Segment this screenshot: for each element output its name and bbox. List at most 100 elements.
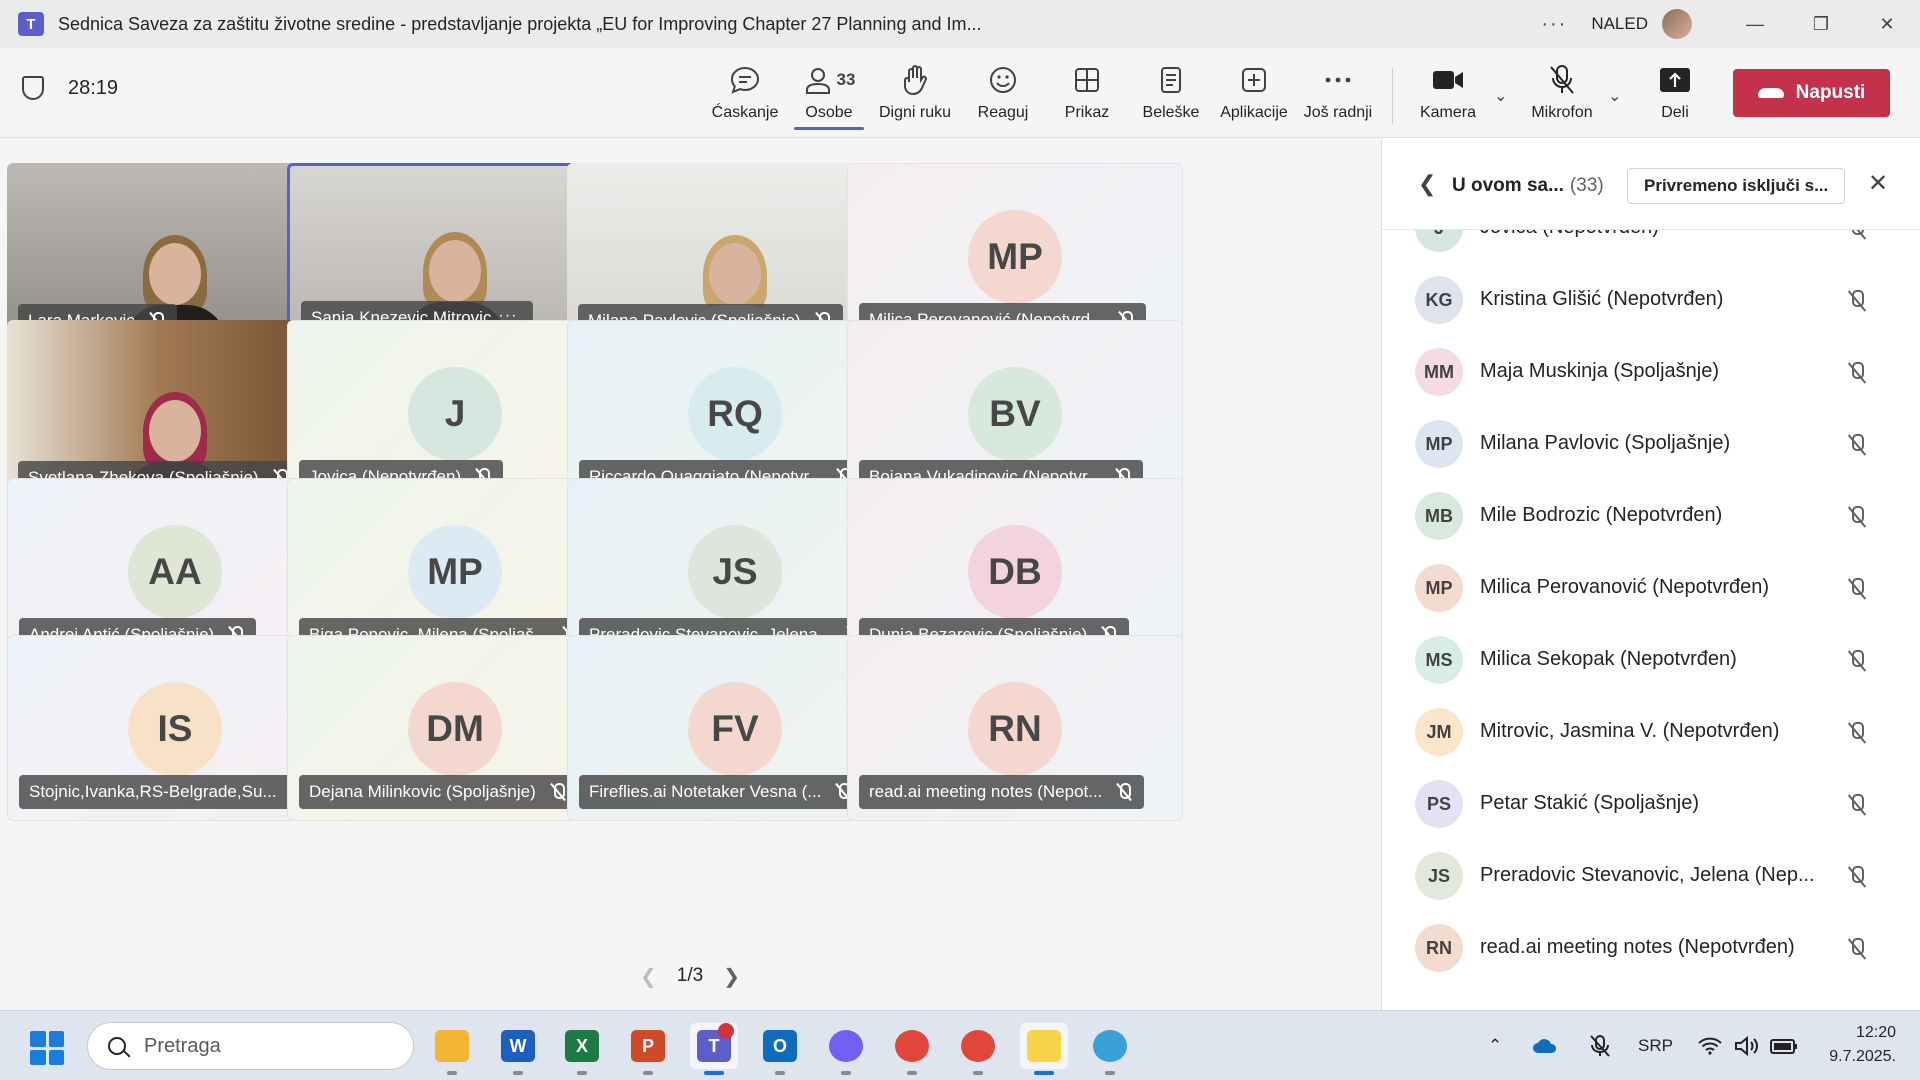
participant-name: Mile Bodrozic (Nepotvrđen)	[1480, 504, 1723, 526]
minimize-button[interactable]: —	[1722, 0, 1788, 48]
close-window-button[interactable]: ✕	[1854, 0, 1920, 48]
word-icon: W	[501, 1030, 535, 1062]
chat-label: Ćaskanje	[711, 104, 779, 121]
microphone-options-chevron-icon[interactable]: ⌄	[1608, 86, 1621, 106]
gallery-pager: ❮ 1/3 ❯	[640, 964, 740, 988]
participant-list-item[interactable]: JS Preradovic Stevanovic, Jelena (Nep...	[1382, 840, 1920, 912]
paint-icon	[1093, 1030, 1127, 1062]
hand-icon	[900, 62, 930, 98]
volume-icon[interactable]	[1734, 1011, 1760, 1080]
windows-start-icon[interactable]	[30, 1031, 64, 1065]
participant-name: Milica Sekopak (Nepotvrđen)	[1480, 648, 1737, 670]
mic-off-icon	[1548, 62, 1576, 98]
chrome-profile-taskbar-icon[interactable]	[888, 1023, 936, 1075]
participant-list-item[interactable]: MB Mile Bodrozic (Nepotvrđen)	[1382, 480, 1920, 552]
camera-options-chevron-icon[interactable]: ⌄	[1494, 86, 1507, 106]
mic-muted-icon[interactable]	[1848, 938, 1866, 960]
running-indicator	[704, 1071, 724, 1075]
participant-avatar: FV	[688, 682, 782, 776]
taskbar-search[interactable]: Pretraga	[87, 1022, 414, 1070]
mic-muted-icon[interactable]	[1848, 506, 1866, 528]
mic-muted-icon[interactable]	[1848, 362, 1866, 384]
teams-taskbar-icon[interactable]: T	[690, 1023, 738, 1075]
tray-mic-muted-icon[interactable]	[1578, 1011, 1622, 1080]
react-label: Reaguj	[977, 104, 1029, 121]
react-button[interactable]: Reaguj	[968, 62, 1038, 128]
leave-button[interactable]: Napusti	[1733, 69, 1890, 117]
camera-button[interactable]: Kamera	[1412, 62, 1484, 128]
participant-tile[interactable]: RN read.ai meeting notes (Nepot...	[847, 635, 1183, 821]
restore-button[interactable]: ❐	[1788, 0, 1854, 48]
participant-list-item[interactable]: JM Mitrovic, Jasmina V. (Nepotvrđen)	[1382, 696, 1920, 768]
powerpoint-taskbar-icon[interactable]: P	[624, 1023, 672, 1075]
more-actions-button[interactable]: Još radnji	[1302, 62, 1374, 128]
people-button[interactable]: 33 Osobe	[794, 62, 864, 130]
sticky-notes-taskbar-icon[interactable]	[1020, 1023, 1068, 1075]
show-hidden-icons-chevron-icon[interactable]: ⌃	[1488, 1011, 1502, 1080]
participant-list-item[interactable]: RN read.ai meeting notes (Nepotvrđen)	[1382, 912, 1920, 984]
org-name: NALED	[1591, 14, 1648, 33]
participant-name: Milana Pavlovic (Spoljašnje)	[1480, 432, 1731, 454]
participant-list-item[interactable]: PS Petar Stakić (Spoljašnje)	[1382, 768, 1920, 840]
participant-list-item[interactable]: MM Maja Muskinja (Spoljašnje)	[1382, 336, 1920, 408]
teams-logo-icon: T	[18, 12, 44, 36]
windows-taskbar: Pretraga WXPTO ⌃ SRP 12:20 9.7.2025.	[0, 1010, 1920, 1080]
mic-muted-icon[interactable]	[1848, 866, 1866, 888]
word-taskbar-icon[interactable]: W	[494, 1023, 542, 1075]
chat-button[interactable]: Ćaskanje	[710, 62, 780, 128]
share-button[interactable]: Deli	[1640, 62, 1710, 128]
outlook-taskbar-icon[interactable]: O	[756, 1023, 804, 1075]
wifi-icon[interactable]	[1698, 1011, 1722, 1080]
participant-list-item[interactable]: MP Milica Perovanović (Nepotvrđen)	[1382, 552, 1920, 624]
previous-page-chevron-icon[interactable]: ❮	[640, 964, 657, 989]
meeting-timer: 28:19	[68, 76, 119, 99]
paint-taskbar-icon[interactable]	[1086, 1023, 1134, 1075]
participant-name: Petar Stakić (Spoljašnje)	[1480, 792, 1699, 814]
battery-icon[interactable]	[1770, 1011, 1798, 1080]
mute-all-button[interactable]: Privremeno isključi s...	[1627, 168, 1846, 204]
taskbar-clock[interactable]: 12:20 9.7.2025.	[1816, 1021, 1896, 1069]
chrome-taskbar-icon[interactable]	[954, 1023, 1002, 1075]
grid-icon	[1073, 62, 1101, 98]
next-page-chevron-icon[interactable]: ❯	[723, 964, 740, 989]
view-button[interactable]: Prikaz	[1052, 62, 1122, 128]
phone-hangup-icon	[1757, 88, 1784, 98]
more-options-icon[interactable]: ···	[1541, 13, 1567, 36]
notes-button[interactable]: Beleške	[1136, 62, 1206, 128]
notes-icon	[1158, 62, 1184, 98]
participant-list-item[interactable]: KG Kristina Glišić (Nepotvrđen)	[1382, 264, 1920, 336]
notification-badge	[718, 1023, 734, 1039]
camera-label: Kamera	[1419, 104, 1477, 121]
back-chevron-icon[interactable]: ❮	[1418, 171, 1436, 197]
raise-hand-button[interactable]: Digni ruku	[872, 62, 958, 128]
viber-taskbar-icon[interactable]	[822, 1023, 870, 1075]
onedrive-cloud-icon[interactable]	[1532, 1011, 1558, 1080]
file-explorer-taskbar-icon[interactable]	[428, 1023, 476, 1075]
participant-avatar: JM	[1415, 708, 1463, 756]
mic-muted-icon[interactable]	[1848, 578, 1866, 600]
mic-muted-icon[interactable]	[1848, 722, 1866, 744]
participant-list-item[interactable]: MP Milana Pavlovic (Spoljašnje)	[1382, 408, 1920, 480]
raise-hand-label: Digni ruku	[878, 104, 952, 121]
people-icon: 33	[803, 62, 855, 98]
running-indicator	[973, 1071, 983, 1075]
close-panel-icon[interactable]: ✕	[1868, 169, 1888, 198]
microphone-button[interactable]: Mikrofon	[1524, 62, 1600, 128]
apps-button[interactable]: Aplikacije	[1216, 62, 1292, 128]
mic-muted-icon[interactable]	[1848, 434, 1866, 456]
language-indicator[interactable]: SRP	[1638, 1011, 1673, 1080]
apps-label: Aplikacije	[1220, 104, 1288, 121]
plus-icon	[1240, 62, 1268, 98]
mic-muted-icon[interactable]	[1848, 794, 1866, 816]
participant-name: Preradovic Stevanovic, Jelena (Nep...	[1480, 864, 1815, 886]
participant-name-tag: Dejana Milinkovic (Spoljašnje)	[299, 775, 578, 809]
excel-taskbar-icon[interactable]: X	[558, 1023, 606, 1075]
video-grid: Lara MarkovicSanja Knezevic Mitrovic···M…	[7, 163, 1374, 929]
mic-muted-icon[interactable]	[1848, 650, 1866, 672]
mic-muted-icon	[1116, 783, 1132, 801]
participant-list-item[interactable]: MS Milica Sekopak (Nepotvrđen)	[1382, 624, 1920, 696]
shield-icon[interactable]	[22, 76, 44, 100]
participant-name-tag: Stojnic,Ivanka,RS-Belgrade,Su...	[19, 775, 319, 809]
mic-muted-icon[interactable]	[1848, 290, 1866, 312]
user-avatar[interactable]	[1662, 9, 1692, 39]
